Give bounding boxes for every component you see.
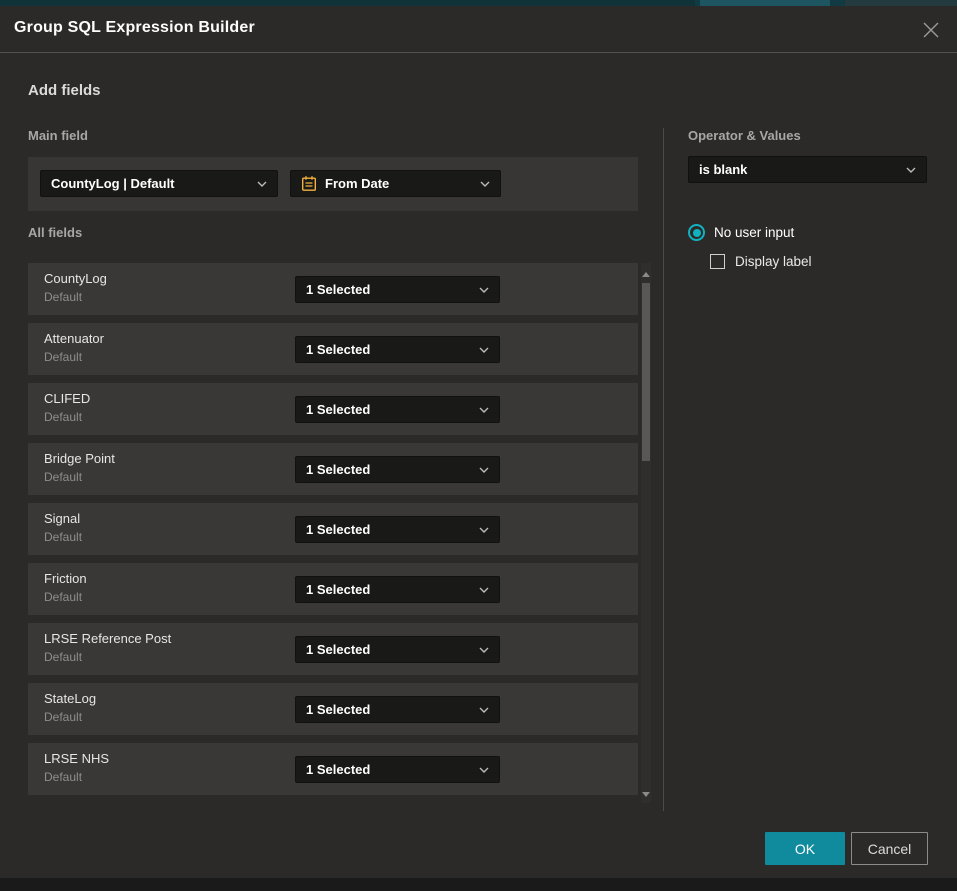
chevron-down-icon [479,587,489,593]
field-selection-value: 1 Selected [306,702,370,717]
field-selection-select[interactable]: 1 Selected [295,336,500,363]
screen: Group SQL Expression Builder Add fields … [0,0,957,891]
field-name: StateLog [44,691,96,706]
checkbox-unchecked-icon [710,254,725,269]
field-row: CountyLog Default 1 Selected [28,263,638,315]
layer-select[interactable]: CountyLog | Default [40,170,278,197]
field-name: Friction [44,571,87,586]
chevron-down-icon [480,181,490,187]
main-field-select[interactable]: From Date [290,170,501,197]
field-name: Attenuator [44,331,104,346]
field-selection-value: 1 Selected [306,762,370,777]
dialog-title: Group SQL Expression Builder [14,19,255,37]
field-variant: Default [44,470,82,484]
field-row: LRSE Reference Post Default 1 Selected [28,623,638,675]
chevron-down-icon [906,167,916,173]
close-button[interactable] [918,17,944,43]
field-selection-value: 1 Selected [306,462,370,477]
field-selection-value: 1 Selected [306,342,370,357]
field-selection-select[interactable]: 1 Selected [295,516,500,543]
close-icon [922,21,940,39]
operator-select[interactable]: is blank [688,156,927,183]
scrollbar-thumb[interactable] [642,283,650,461]
field-name: CountyLog [44,271,107,286]
display-label-checkbox[interactable]: Display label [710,254,812,269]
field-name: Signal [44,511,80,526]
field-selection-select[interactable]: 1 Selected [295,576,500,603]
chevron-down-icon [479,527,489,533]
all-fields-label: All fields [28,225,82,240]
cancel-button[interactable]: Cancel [851,832,928,865]
field-variant: Default [44,410,82,424]
field-variant: Default [44,650,82,664]
chevron-down-icon [479,767,489,773]
display-label-label: Display label [735,254,812,269]
chevron-down-icon [479,347,489,353]
field-selection-value: 1 Selected [306,282,370,297]
field-selection-value: 1 Selected [306,402,370,417]
all-fields-scrollbar[interactable] [641,263,651,803]
field-variant: Default [44,770,82,784]
field-name: Bridge Point [44,451,115,466]
calendar-icon [301,175,317,192]
field-selection-select[interactable]: 1 Selected [295,636,500,663]
operator-select-value: is blank [699,162,747,177]
field-variant: Default [44,290,82,304]
field-variant: Default [44,350,82,364]
main-field-panel: CountyLog | Default From Date [28,157,638,211]
chevron-down-icon [257,181,267,187]
no-user-input-radio[interactable]: No user input [688,224,794,241]
field-variant: Default [44,530,82,544]
field-selection-select[interactable]: 1 Selected [295,756,500,783]
chevron-down-icon [479,707,489,713]
ok-button[interactable]: OK [765,832,845,865]
field-variant: Default [44,710,82,724]
field-selection-select[interactable]: 1 Selected [295,696,500,723]
field-selection-value: 1 Selected [306,522,370,537]
main-field-label: Main field [28,128,88,143]
field-row: Signal Default 1 Selected [28,503,638,555]
field-row: Bridge Point Default 1 Selected [28,443,638,495]
group-sql-expression-builder-dialog: Group SQL Expression Builder Add fields … [0,6,957,878]
field-name: LRSE NHS [44,751,109,766]
field-row: CLIFED Default 1 Selected [28,383,638,435]
chevron-down-icon [479,467,489,473]
field-name: CLIFED [44,391,90,406]
radio-selected-icon [688,224,705,241]
no-user-input-label: No user input [714,225,794,240]
chevron-down-icon [479,407,489,413]
field-selection-select[interactable]: 1 Selected [295,456,500,483]
field-row: LRSE NHS Default 1 Selected [28,743,638,795]
field-row: StateLog Default 1 Selected [28,683,638,735]
layer-select-value: CountyLog | Default [51,176,175,191]
scroll-down-icon[interactable] [641,789,651,799]
operator-values-label: Operator & Values [688,128,801,143]
field-variant: Default [44,590,82,604]
field-selection-select[interactable]: 1 Selected [295,276,500,303]
chevron-down-icon [479,647,489,653]
scroll-up-icon[interactable] [641,269,651,279]
field-selection-value: 1 Selected [306,642,370,657]
dialog-header: Group SQL Expression Builder [0,6,957,53]
main-field-select-value: From Date [325,176,389,191]
vertical-divider [663,128,664,811]
field-row: Friction Default 1 Selected [28,563,638,615]
field-selection-select[interactable]: 1 Selected [295,396,500,423]
field-selection-value: 1 Selected [306,582,370,597]
field-name: LRSE Reference Post [44,631,171,646]
field-row: Attenuator Default 1 Selected [28,323,638,375]
add-fields-heading: Add fields [28,82,101,99]
chevron-down-icon [479,287,489,293]
